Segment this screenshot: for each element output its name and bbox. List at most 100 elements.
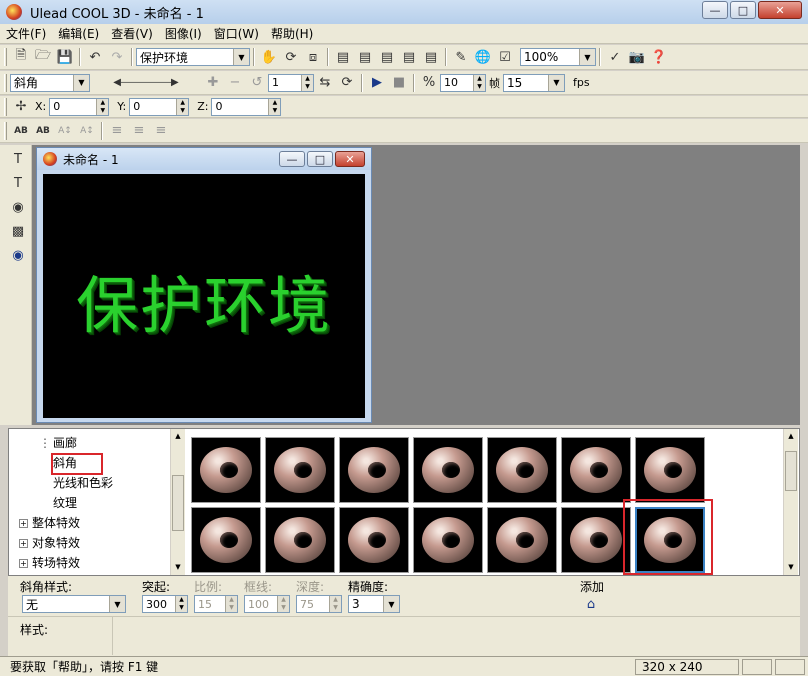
text-height-icon[interactable]: A↕ xyxy=(77,121,97,141)
expand-icon[interactable]: + xyxy=(19,539,28,548)
expand-icon[interactable]: + xyxy=(19,519,28,528)
bevel-thumb[interactable] xyxy=(561,507,631,573)
menu-help[interactable]: 帮助(H) xyxy=(265,25,319,42)
bevel-thumb[interactable] xyxy=(635,437,705,503)
menu-file[interactable]: 文件(F) xyxy=(0,25,52,42)
hand-move-icon[interactable]: ✋ xyxy=(259,47,279,67)
tree-item-transition-fx[interactable]: + 转场特效 xyxy=(19,553,80,573)
tree-item-gallery[interactable]: 画廊 xyxy=(53,433,77,453)
document-window[interactable]: 未命名 - 1 — □ ✕ 保护环境 xyxy=(36,147,372,423)
bevel-thumb[interactable] xyxy=(265,507,335,573)
3d-text-object[interactable]: 保护环境 xyxy=(76,255,332,345)
menu-view[interactable]: 查看(V) xyxy=(105,25,159,42)
doc-minimize-button[interactable]: — xyxy=(279,151,305,167)
open-folder-icon[interactable]: 🗁 xyxy=(33,47,53,67)
text-bold-icon[interactable]: AB xyxy=(11,121,31,141)
align-left-icon[interactable]: ▤ xyxy=(399,47,419,67)
precision-combo[interactable]: 3 ▼ xyxy=(348,595,400,613)
insert-object-icon[interactable]: ▩ xyxy=(8,221,28,241)
frame-count-spinner[interactable]: 10 ▲ ▼ xyxy=(440,73,486,92)
align-bottom-icon[interactable]: ▤ xyxy=(377,47,397,67)
scroll-up-icon[interactable]: ▲ xyxy=(784,429,798,444)
3d-canvas[interactable]: 保护环境 xyxy=(43,174,365,418)
menu-window[interactable]: 窗口(W) xyxy=(208,25,265,42)
geometry-icon[interactable]: ◉ xyxy=(8,245,28,265)
current-frame-spinner[interactable]: 1 ▲ ▼ xyxy=(268,73,314,92)
pen-icon[interactable]: ✎ xyxy=(451,47,471,67)
reverse-icon[interactable]: ↺ xyxy=(247,73,267,93)
save-icon[interactable]: 💾 xyxy=(55,47,75,67)
tree-item-texture[interactable]: 纹理 xyxy=(53,493,77,513)
bevel-thumb[interactable] xyxy=(191,437,261,503)
swap-icon[interactable]: ⇆ xyxy=(315,73,335,93)
align-right-icon[interactable]: ▤ xyxy=(421,47,441,67)
menu-edit[interactable]: 编辑(E) xyxy=(52,25,105,42)
loop-icon[interactable]: ⟳ xyxy=(337,73,357,93)
tree-scrollbar[interactable]: ▲ ▼ xyxy=(170,429,185,575)
globe-icon[interactable]: 🌐 xyxy=(473,47,493,67)
depth-spinner[interactable]: 75 ▲ ▼ xyxy=(296,595,342,613)
scroll-down-icon[interactable]: ▼ xyxy=(171,560,185,575)
new-file-icon[interactable]: 🗎 xyxy=(11,47,31,67)
y-spinner[interactable]: 0 ▲ ▼ xyxy=(129,97,190,116)
redo-icon[interactable]: ↷ xyxy=(107,47,127,67)
bevel-thumb[interactable] xyxy=(339,437,409,503)
doc-close-button[interactable]: ✕ xyxy=(335,151,365,167)
scroll-down-icon[interactable]: ▼ xyxy=(784,560,798,575)
tree-item-object-fx[interactable]: + 对象特效 xyxy=(19,533,80,553)
text-spacing-icon[interactable]: A↕ xyxy=(55,121,75,141)
effect-combo[interactable]: 斜角 ▼ xyxy=(10,73,90,92)
doc-restore-button[interactable]: □ xyxy=(307,151,333,167)
text-object-combo[interactable]: 保护环境 ▼ xyxy=(136,48,250,66)
resize-icon[interactable]: ⧈ xyxy=(303,47,323,67)
scroll-thumb[interactable] xyxy=(172,475,184,531)
align-top-icon[interactable]: ▤ xyxy=(333,47,353,67)
bevel-thumb[interactable] xyxy=(413,507,483,573)
menu-image[interactable]: 图像(I) xyxy=(159,25,208,42)
zoom-combo[interactable]: 100% ▼ xyxy=(520,48,596,66)
rotate-icon[interactable]: ⟳ xyxy=(281,47,301,67)
x-spinner[interactable]: 0 ▲ ▼ xyxy=(49,97,110,116)
scroll-up-icon[interactable]: ▲ xyxy=(171,429,185,444)
add-to-gallery-icon[interactable]: ⌂ xyxy=(581,594,601,614)
stop-icon[interactable]: ■ xyxy=(389,73,409,93)
ratio-spinner[interactable]: 15 ▲ ▼ xyxy=(194,595,238,613)
render-icon[interactable]: ✓ xyxy=(605,47,625,67)
bevel-thumb[interactable] xyxy=(265,437,335,503)
bevel-style-combo[interactable]: 无 ▼ xyxy=(22,595,126,613)
align-center-text-icon[interactable]: ≡ xyxy=(129,121,149,141)
play-icon[interactable]: ▶ xyxy=(367,73,387,93)
align-left-text-icon[interactable]: ≡ xyxy=(107,121,127,141)
gallery-scrollbar[interactable]: ▲ ▼ xyxy=(783,429,798,575)
insert-shape-icon[interactable]: ◉ xyxy=(8,197,28,217)
undo-icon[interactable]: ↶ xyxy=(85,47,105,67)
expand-icon[interactable]: + xyxy=(19,559,28,568)
bevel-thumb[interactable] xyxy=(561,437,631,503)
minimize-button[interactable]: — xyxy=(702,1,728,19)
percent-icon[interactable]: % xyxy=(419,73,439,93)
border-spinner[interactable]: 100 ▲ ▼ xyxy=(244,595,290,613)
insert-text-icon[interactable]: T xyxy=(8,149,28,169)
tree-item-light-color[interactable]: 光线和色彩 xyxy=(53,473,113,493)
maximize-button[interactable]: □ xyxy=(730,1,756,19)
camera-icon[interactable]: 📷 xyxy=(627,47,647,67)
scroll-thumb[interactable] xyxy=(785,451,797,491)
tree-item-global-fx[interactable]: + 整体特效 xyxy=(19,513,80,533)
timeline-slider[interactable]: ◀―――――▶ xyxy=(91,73,201,93)
bevel-thumb[interactable] xyxy=(487,437,557,503)
edit-text-icon[interactable]: T xyxy=(8,173,28,193)
bevel-thumb[interactable] xyxy=(191,507,261,573)
z-spinner[interactable]: 0 ▲ ▼ xyxy=(211,97,282,116)
add-keyframe-icon[interactable]: ✚ xyxy=(203,73,223,93)
align-right-text-icon[interactable]: ≡ xyxy=(151,121,171,141)
align-middle-icon[interactable]: ▤ xyxy=(355,47,375,67)
help-pointer-icon[interactable]: ❓ xyxy=(649,47,669,67)
bevel-thumb[interactable] xyxy=(487,507,557,573)
check-box-icon[interactable]: ☑ xyxy=(495,47,515,67)
fps-combo[interactable]: 15 ▼ xyxy=(503,73,565,92)
move-object-icon[interactable]: ✢ xyxy=(11,97,31,117)
remove-keyframe-icon[interactable]: − xyxy=(225,73,245,93)
text-italic-icon[interactable]: AB xyxy=(33,121,53,141)
close-button[interactable]: ✕ xyxy=(758,1,802,19)
protrude-spinner[interactable]: 300 ▲ ▼ xyxy=(142,595,188,613)
